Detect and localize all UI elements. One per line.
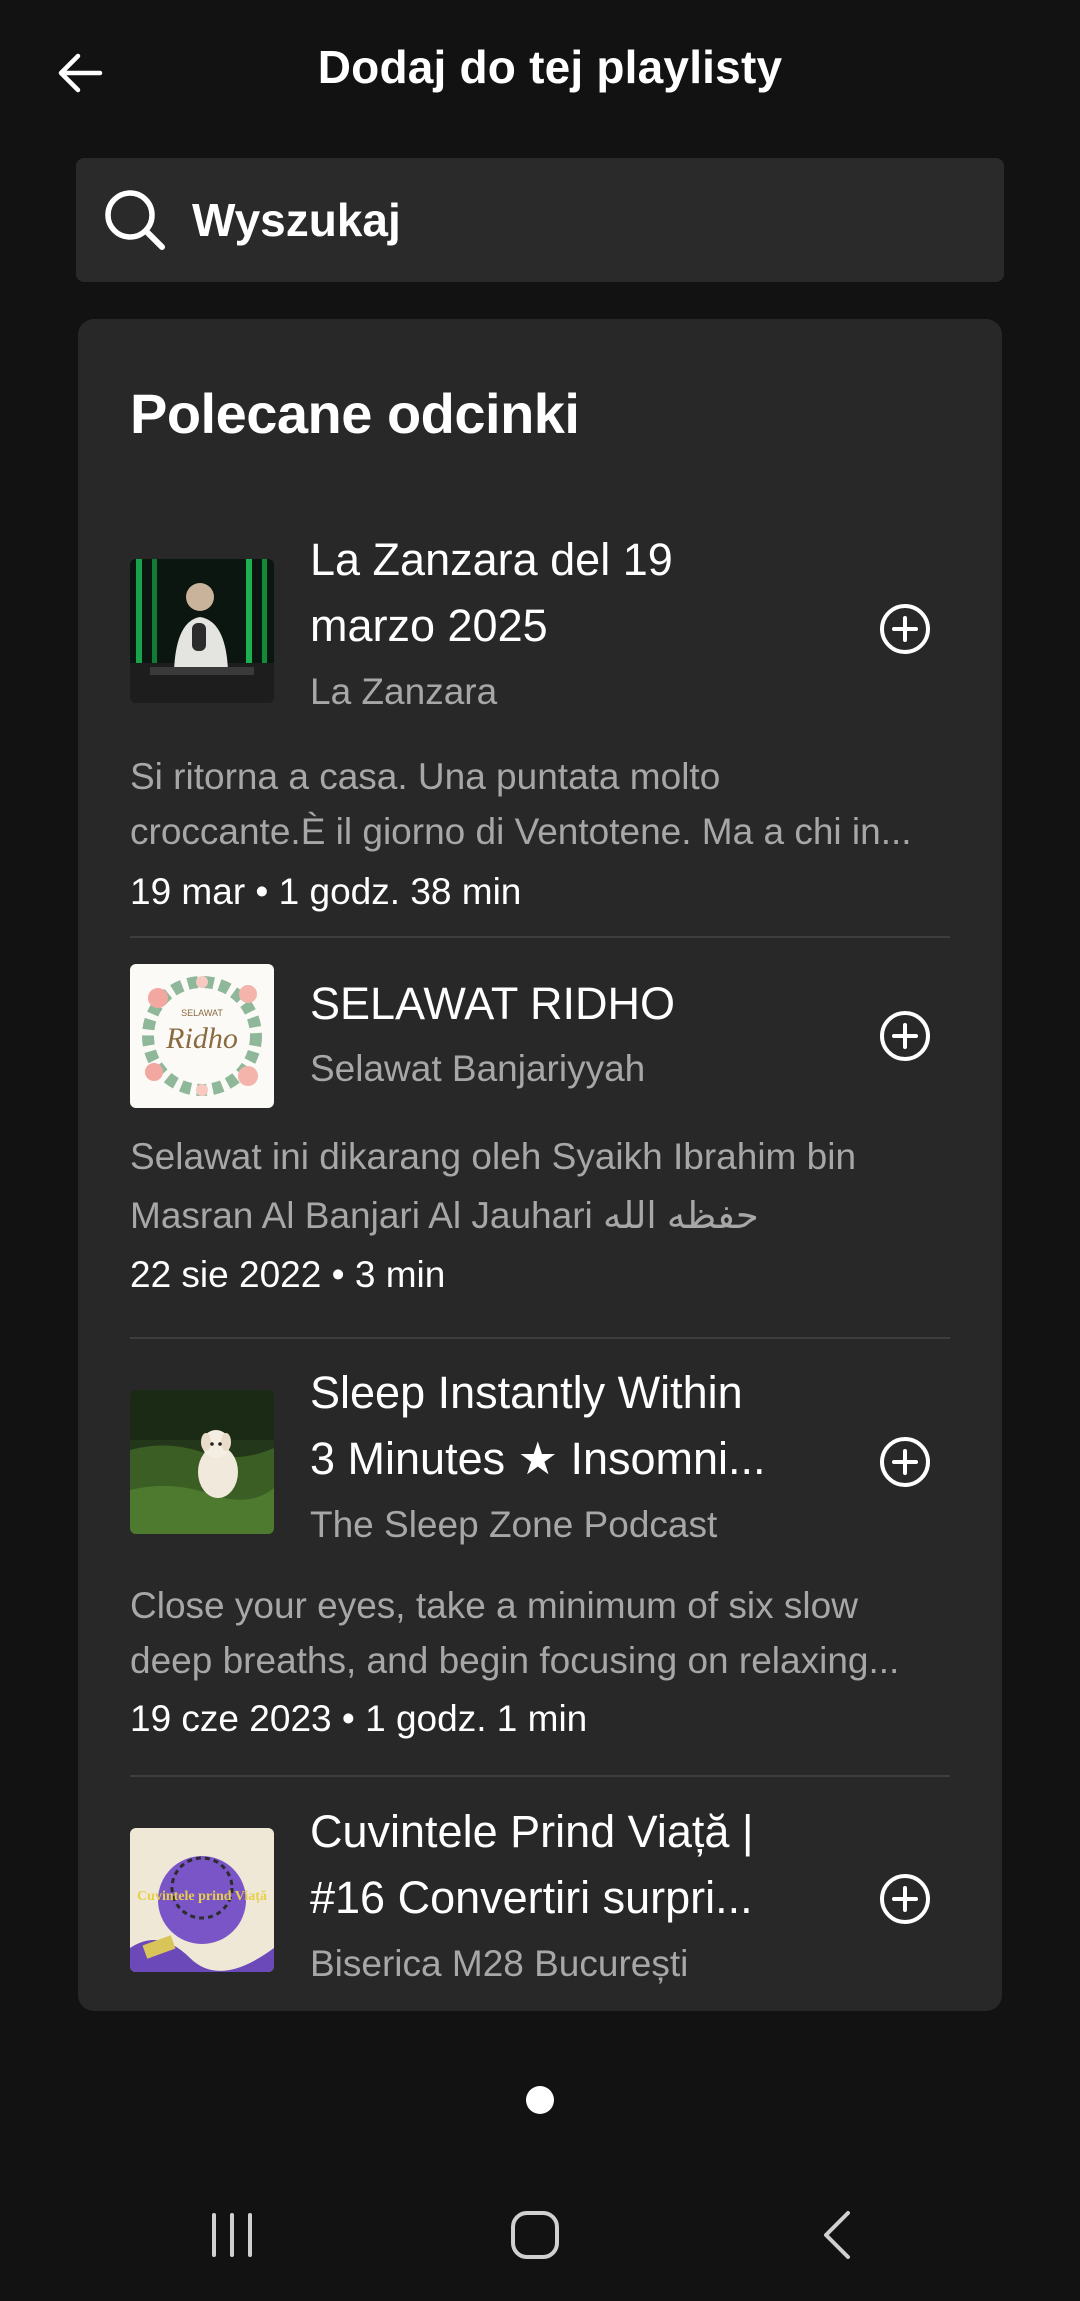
divider bbox=[130, 1337, 950, 1339]
system-back-button[interactable] bbox=[768, 2180, 908, 2290]
add-button[interactable] bbox=[874, 1431, 936, 1493]
add-to-playlist-screen: Dodaj do tej playlisty Wyszukaj Polecane… bbox=[0, 0, 1080, 2301]
add-button[interactable] bbox=[874, 1005, 936, 1067]
episode-title: La Zanzara del 19 bbox=[310, 534, 673, 585]
episode-description-line1: Si ritorna a casa. Una puntata molto bbox=[130, 756, 721, 797]
episode-meta: 19 cze 2023 • 1 godz. 1 min bbox=[130, 1698, 588, 1739]
episode-show: The Sleep Zone Podcast bbox=[310, 1504, 718, 1545]
episode-title-line2: 3 Minutes ★ Insomni... bbox=[310, 1433, 766, 1484]
episode-thumbnail bbox=[130, 1390, 274, 1534]
episode-title-line2: #16 Convertiri surpri... bbox=[310, 1872, 753, 1923]
episode-show: Biserica M28 București bbox=[310, 1943, 689, 1984]
header: Dodaj do tej playlisty bbox=[0, 0, 1080, 140]
thumbnail-title: Ridho bbox=[165, 1022, 238, 1055]
episode-description-line1: Close your eyes, take a minimum of six s… bbox=[130, 1585, 858, 1626]
search-placeholder: Wyszukaj bbox=[192, 194, 401, 246]
search-input[interactable]: Wyszukaj bbox=[76, 158, 1004, 282]
episode-meta: 19 mar • 1 godz. 38 min bbox=[130, 871, 522, 912]
episode-thumbnail bbox=[130, 559, 274, 703]
plus-circle-icon bbox=[880, 1437, 930, 1487]
episode-title: Sleep Instantly Within bbox=[310, 1367, 743, 1418]
thumbnail-caption: SELAWAT bbox=[181, 1008, 223, 1018]
episode-description-line2: deep breaths, and begin focusing on rela… bbox=[130, 1640, 900, 1681]
episode-show: La Zanzara bbox=[310, 671, 498, 712]
episode-title: Cuvintele Prind Viață | bbox=[310, 1806, 754, 1857]
episode-thumbnail: Cuvintele prind Viață bbox=[130, 1828, 274, 1972]
episode-meta: 22 sie 2022 • 3 min bbox=[130, 1254, 446, 1295]
plus-circle-icon bbox=[880, 604, 930, 654]
episode-thumbnail: SELAWAT Ridho bbox=[130, 964, 274, 1108]
home-button[interactable] bbox=[465, 2180, 605, 2290]
page-title: Dodaj do tej playlisty bbox=[317, 41, 783, 93]
episode-description: Selawat ini dikarang oleh Syaikh Ibrahim… bbox=[130, 1129, 950, 1243]
plus-circle-icon bbox=[880, 1874, 930, 1924]
episode-description: Close your eyes, take a minimum of six s… bbox=[130, 1578, 950, 1688]
divider bbox=[130, 1775, 950, 1777]
episode-title-line2: marzo 2025 bbox=[310, 600, 548, 651]
add-button[interactable] bbox=[874, 598, 936, 660]
section-title: Polecane odcinki bbox=[130, 382, 580, 445]
recent-apps-icon bbox=[212, 2213, 252, 2257]
chevron-left-icon bbox=[824, 2211, 850, 2259]
recent-apps-button[interactable] bbox=[162, 2180, 302, 2290]
episode-description: Si ritorna a casa. Una puntata molto cro… bbox=[130, 749, 950, 859]
episode-description-line1: Selawat ini dikarang oleh Syaikh Ibrahim… bbox=[130, 1136, 857, 1177]
episode-title: SELAWAT RIDHO bbox=[310, 978, 676, 1029]
episode-description-line2: Masran Al Banjari Al Jauhari حفظه الله bbox=[130, 1195, 759, 1236]
recommended-episodes-card: Polecane odcinki La Zanzara del 19 marzo… bbox=[78, 319, 1002, 2011]
thumbnail-title: Cuvintele prind Viață bbox=[137, 1889, 267, 1904]
plus-circle-icon bbox=[880, 1011, 930, 1061]
add-button[interactable] bbox=[874, 1868, 936, 1930]
divider bbox=[130, 936, 950, 938]
episode-show: Selawat Banjariyyah bbox=[310, 1048, 646, 1089]
search-icon bbox=[100, 185, 170, 255]
system-navigation-bar bbox=[0, 2180, 1080, 2301]
home-icon bbox=[511, 2211, 559, 2259]
episode-description-line2: croccante.È il giorno di Ventotene. Ma a… bbox=[130, 811, 912, 852]
page-indicator-dot bbox=[526, 2086, 554, 2114]
